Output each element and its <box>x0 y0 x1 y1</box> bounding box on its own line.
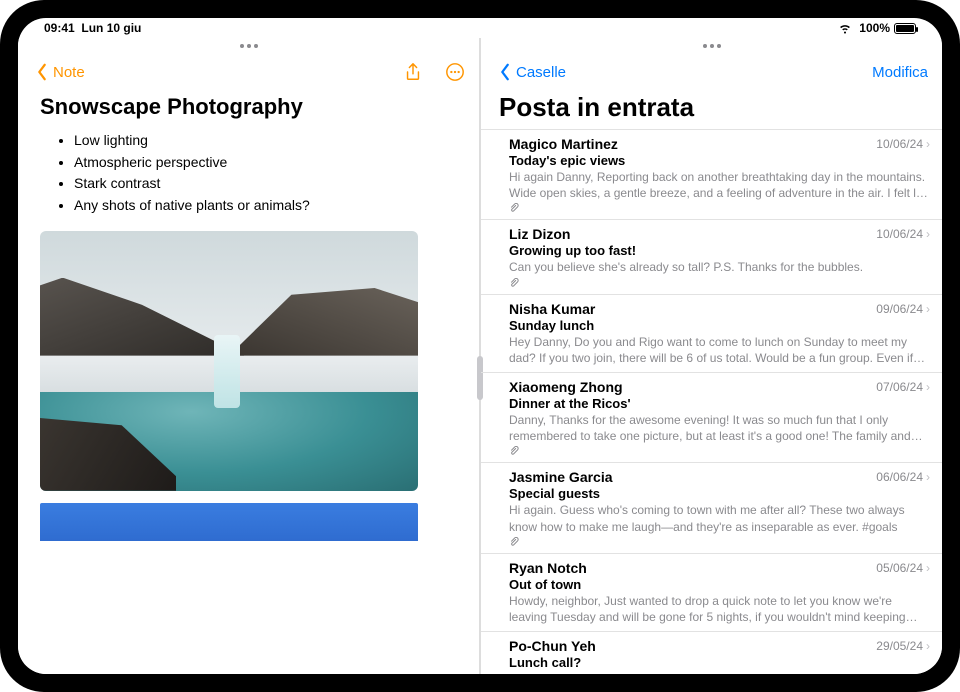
multitasking-dots-left[interactable] <box>18 38 479 54</box>
chevron-left-icon <box>32 62 52 82</box>
note-bullets: Low lighting Atmospheric perspective Sta… <box>40 130 457 217</box>
notes-navbar: Note <box>18 54 479 90</box>
mail-preview: Danny, Thanks for the awesome evening! I… <box>509 412 930 444</box>
notes-app: Note Snowscape Photography Low lig <box>18 38 479 674</box>
mail-subject: Dinner at the Ricos' <box>509 396 930 411</box>
status-date: Lun 10 giu <box>81 21 141 35</box>
mail-sender: Liz Dizon <box>509 226 570 242</box>
mail-date: 29/05/24 › <box>876 639 930 653</box>
share-icon[interactable] <box>403 62 423 82</box>
note-bullet: Low lighting <box>74 130 457 152</box>
paperclip-icon <box>509 203 930 213</box>
mail-back-button[interactable]: Caselle <box>495 62 566 82</box>
note-bullet: Stark contrast <box>74 173 457 195</box>
chevron-right-icon: › <box>926 227 930 241</box>
mail-preview: Hi again. Guess who's coming to town wit… <box>509 502 930 534</box>
mail-app: Caselle Modifica Posta in entrata Magico… <box>481 38 942 674</box>
paperclip-icon <box>509 446 930 456</box>
mail-sender: Ryan Notch <box>509 560 587 576</box>
mail-sender: Xiaomeng Zhong <box>509 379 623 395</box>
chevron-right-icon: › <box>926 639 930 653</box>
mail-preview: Hey Danny, Do you and Rigo want to come … <box>509 334 930 366</box>
mail-title: Posta in entrata <box>481 90 942 129</box>
note-content[interactable]: Snowscape Photography Low lighting Atmos… <box>18 90 479 674</box>
status-time: 09:41 <box>44 21 75 35</box>
mail-edit-button[interactable]: Modifica <box>872 64 928 81</box>
mail-item[interactable]: Magico Martinez 10/06/24 › Today's epic vi… <box>481 130 942 220</box>
status-bar: 09:41 Lun 10 giu 100% <box>18 18 942 38</box>
note-image-waterfall[interactable] <box>40 231 418 491</box>
note-image-partial[interactable] <box>40 503 418 541</box>
chevron-right-icon: › <box>926 561 930 575</box>
mail-date: 10/06/24 › <box>876 227 930 241</box>
chevron-right-icon: › <box>926 470 930 484</box>
mail-preview: Hi again Danny, Reporting back on anothe… <box>509 169 930 201</box>
mail-list[interactable]: Magico Martinez 10/06/24 › Today's epic vi… <box>481 129 942 674</box>
mail-sender: Magico Martinez <box>509 136 618 152</box>
mail-subject: Today's epic views <box>509 153 930 168</box>
mail-subject: Sunday lunch <box>509 318 930 333</box>
mail-item[interactable]: Nisha Kumar 09/06/24 › Sunday lunchHey Dan… <box>481 295 942 373</box>
mail-preview: Can you believe she's already so tall? P… <box>509 259 930 275</box>
screen: 09:41 Lun 10 giu 100% Not <box>18 18 942 674</box>
mail-preview: Howdy, neighbor, Just wanted to drop a q… <box>509 593 930 625</box>
mail-date: 06/06/24 › <box>876 470 930 484</box>
note-bullet: Atmospheric perspective <box>74 152 457 174</box>
mail-navbar: Caselle Modifica <box>481 54 942 90</box>
chevron-right-icon: › <box>926 380 930 394</box>
mail-date: 10/06/24 › <box>876 137 930 151</box>
split-view: Note Snowscape Photography Low lig <box>18 38 942 674</box>
paperclip-icon <box>509 537 930 547</box>
battery-percent: 100% <box>859 21 890 35</box>
mail-item[interactable]: Jasmine Garcia 06/06/24 › Special guestsHi… <box>481 463 942 553</box>
mail-date: 05/06/24 › <box>876 561 930 575</box>
mail-sender: Nisha Kumar <box>509 301 595 317</box>
status-left: 09:41 Lun 10 giu <box>44 21 141 35</box>
note-title: Snowscape Photography <box>40 94 457 120</box>
mail-subject: Lunch call? <box>509 655 930 670</box>
mail-date: 09/06/24 › <box>876 302 930 316</box>
mail-subject: Out of town <box>509 577 930 592</box>
mail-back-label: Caselle <box>516 64 566 81</box>
mail-item[interactable]: Po-Chun Yeh 29/05/24 › Lunch call? <box>481 632 942 674</box>
notes-back-label: Note <box>53 64 85 81</box>
mail-subject: Growing up too fast! <box>509 243 930 258</box>
status-right: 100% <box>835 18 916 38</box>
battery-icon <box>894 23 916 34</box>
notes-back-button[interactable]: Note <box>32 62 85 82</box>
more-icon[interactable] <box>445 62 465 82</box>
mail-sender: Jasmine Garcia <box>509 469 613 485</box>
note-bullet: Any shots of native plants or animals? <box>74 195 457 217</box>
mail-date: 07/06/24 › <box>876 380 930 394</box>
mail-item[interactable]: Liz Dizon 10/06/24 › Growing up too fast!C… <box>481 220 942 294</box>
multitasking-dots-right[interactable] <box>481 38 942 54</box>
wifi-icon <box>835 18 855 38</box>
mail-item[interactable]: Ryan Notch 05/06/24 › Out of townHowdy, ne… <box>481 554 942 632</box>
mail-sender: Po-Chun Yeh <box>509 638 596 654</box>
ipad-frame: 09:41 Lun 10 giu 100% Not <box>0 0 960 692</box>
mail-item[interactable]: Xiaomeng Zhong 07/06/24 › Dinner at the Ri… <box>481 373 942 463</box>
paperclip-icon <box>509 278 930 288</box>
chevron-right-icon: › <box>926 137 930 151</box>
chevron-left-icon <box>495 62 515 82</box>
mail-subject: Special guests <box>509 486 930 501</box>
chevron-right-icon: › <box>926 302 930 316</box>
